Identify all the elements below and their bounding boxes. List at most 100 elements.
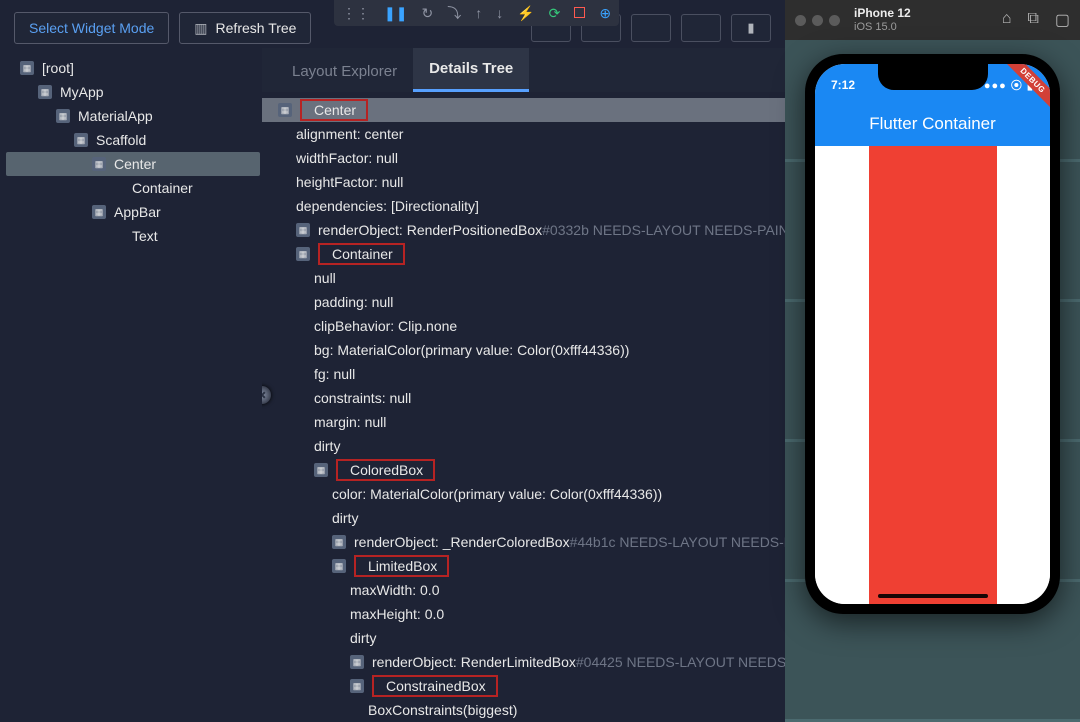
widget-tree-label: Container — [132, 180, 193, 196]
window-controls[interactable] — [795, 15, 840, 26]
tab-layout-explorer[interactable]: Layout Explorer — [276, 51, 413, 92]
details-tree-item[interactable]: ▦ renderObject: _RenderColoredBox#44b1c N… — [262, 530, 785, 554]
hot-restart-icon[interactable]: ⟳ — [549, 5, 561, 22]
highlighted-widget: Container — [318, 243, 405, 265]
app-bar: Flutter Container — [815, 102, 1050, 146]
stop-icon[interactable] — [574, 5, 585, 21]
screenshot-icon[interactable]: ⧉ — [1027, 10, 1038, 30]
device-name: iPhone 12 — [854, 7, 911, 21]
details-tree-item[interactable]: null — [262, 266, 785, 290]
phone-screen[interactable]: DEBUG 7:12 ●●● ⦿ ▮ Flutter Container — [815, 64, 1050, 604]
details-tree-item[interactable]: clipBehavior: Clip.none — [262, 314, 785, 338]
details-tree-item[interactable]: ▦renderObject: RenderPositionedBox#0332b… — [262, 218, 785, 242]
debug-toolbar: ⋮⋮ ❚❚ ↻ ⤵ ↑ ↓ ⚡ ⟳ ⊕ — [334, 0, 619, 26]
details-tree-label: alignment: center — [296, 126, 403, 142]
details-tree-label: fg: null — [314, 366, 355, 382]
widget-tree-label: Scaffold — [96, 132, 146, 148]
details-tree-item[interactable]: maxHeight: 0.0 — [262, 602, 785, 626]
widget-tree-item[interactable]: ▦MaterialApp — [6, 104, 260, 128]
step-in-icon[interactable]: ↓ — [496, 5, 503, 21]
widget-tree[interactable]: ▦[root]▦MyApp▦MaterialApp▦Scaffold▦Cente… — [0, 48, 262, 722]
details-tree-item[interactable]: fg: null — [262, 362, 785, 386]
details-tree-item[interactable]: alignment: center — [262, 122, 785, 146]
pause-icon[interactable]: ❚❚ — [384, 5, 407, 22]
simulator-stage: DEBUG 7:12 ●●● ⦿ ▮ Flutter Container — [785, 40, 1080, 722]
details-tree-label: dirty — [314, 438, 340, 454]
home-icon[interactable]: ⌂ — [1002, 10, 1012, 30]
details-tree-item[interactable]: heightFactor: null — [262, 170, 785, 194]
device-os: iOS 15.0 — [854, 21, 897, 33]
details-tree-item[interactable]: dirty — [262, 506, 785, 530]
toolbar-slot-3[interactable] — [631, 14, 671, 42]
widget-tree-item[interactable]: ▦AppBar — [6, 200, 260, 224]
widget-badge-icon: ▦ — [278, 103, 292, 117]
home-indicator — [878, 594, 988, 598]
app-bar-title: Flutter Container — [869, 114, 996, 134]
refresh-tree-button[interactable]: ▥ Refresh Tree — [179, 12, 311, 44]
hot-reload-icon[interactable]: ⚡ — [517, 5, 534, 22]
step-out-icon[interactable]: ↑ — [475, 5, 482, 21]
render-object-hash: #04425 NEEDS-LAYOUT NEEDS-PA — [576, 654, 785, 670]
details-tree-label: constraints: null — [314, 390, 411, 406]
widget-badge-icon: ▦ — [350, 655, 364, 669]
details-tree-item[interactable]: dirty — [262, 626, 785, 650]
zoom-icon[interactable]: ⊕ — [599, 5, 611, 22]
widget-tree-label: Text — [132, 228, 158, 244]
simulator-titlebar: iPhone 12 iOS 15.0 ⌂ ⧉ ▢ — [785, 0, 1080, 40]
simulator-panel: iPhone 12 iOS 15.0 ⌂ ⧉ ▢ DEBUG 7:12 ●●● … — [785, 0, 1080, 722]
details-tree-item[interactable]: ▦ ColoredBox — [262, 458, 785, 482]
widget-tree-item[interactable]: Container — [6, 176, 260, 200]
details-tree-item[interactable]: maxWidth: 0.0 — [262, 578, 785, 602]
details-tree-label: renderObject: _RenderColoredBox — [354, 534, 570, 550]
details-pane: Layout Explorer Details Tree ▦Center alig… — [262, 48, 785, 722]
details-tree-item[interactable]: ▦Center — [262, 98, 785, 122]
drag-grip-icon[interactable]: ⋮⋮ — [342, 5, 370, 22]
details-tabs: Layout Explorer Details Tree — [262, 48, 785, 92]
details-tree-item[interactable]: constraints: null — [262, 386, 785, 410]
widget-tree-item[interactable]: ▦Scaffold — [6, 128, 260, 152]
app-body — [815, 146, 1050, 604]
widget-badge-icon: ▦ — [350, 679, 364, 693]
step-over-icon[interactable]: ⤵ — [447, 3, 461, 23]
details-tree-item[interactable]: ▦LimitedBox — [262, 554, 785, 578]
details-tree-item[interactable]: bg: MaterialColor(primary value: Color(0… — [262, 338, 785, 362]
details-tree-label: dependencies: [Directionality] — [296, 198, 479, 214]
tab-details-tree[interactable]: Details Tree — [413, 48, 529, 92]
details-tree-label: renderObject: RenderLimitedBox — [372, 654, 576, 670]
render-object-hash: #44b1c NEEDS-LAYOUT NEEDS-PAIN — [570, 534, 785, 550]
widget-tree-item[interactable]: ▦MyApp — [6, 80, 260, 104]
rotate-icon[interactable]: ▢ — [1055, 10, 1070, 30]
details-tree-item[interactable]: BoxConstraints(biggest) — [262, 698, 785, 722]
details-tree-label: maxWidth: 0.0 — [350, 582, 439, 598]
details-tree[interactable]: ▦Center alignment: center widthFactor: nul… — [262, 92, 785, 722]
details-tree-label: renderObject: RenderPositionedBox — [318, 222, 542, 238]
red-container — [869, 146, 997, 604]
details-tree-item[interactable]: ▦ConstrainedBox — [262, 674, 785, 698]
details-tree-item[interactable]: dirty — [262, 434, 785, 458]
details-tree-item[interactable]: ▦Container — [262, 242, 785, 266]
highlighted-widget: ColoredBox — [336, 459, 435, 481]
widget-tree-item[interactable]: ▦[root] — [6, 56, 260, 80]
widget-tree-item[interactable]: ▦Center — [6, 152, 260, 176]
details-tree-item[interactable]: margin: null — [262, 410, 785, 434]
restart-icon[interactable]: ↻ — [421, 5, 433, 22]
details-tree-item[interactable]: ▦ renderObject: RenderLimitedBox#04425 NE… — [262, 650, 785, 674]
toolbar-slot-4[interactable] — [681, 14, 721, 42]
details-tree-label: heightFactor: null — [296, 174, 403, 190]
details-tree-label: Container — [332, 246, 393, 262]
details-tree-label: clipBehavior: Clip.none — [314, 318, 457, 334]
details-tree-label: dirty — [332, 510, 358, 526]
details-tree-item[interactable]: color: MaterialColor(primary value: Colo… — [262, 482, 785, 506]
widget-tree-item[interactable]: Text — [6, 224, 260, 248]
details-tree-label: dirty — [350, 630, 376, 646]
details-tree-item[interactable]: dependencies: [Directionality] — [262, 194, 785, 218]
details-tree-item[interactable]: widthFactor: null — [262, 146, 785, 170]
widget-badge-icon: ▦ — [332, 535, 346, 549]
details-tree-label: BoxConstraints(biggest) — [368, 702, 517, 718]
details-tree-item[interactable]: padding: null — [262, 290, 785, 314]
widget-badge-icon: ▦ — [92, 157, 106, 171]
select-widget-button[interactable]: Select Widget Mode — [14, 12, 169, 44]
details-tree-label: padding: null — [314, 294, 393, 310]
details-tree-label: widthFactor: null — [296, 150, 398, 166]
widget-badge-icon: ▦ — [314, 463, 328, 477]
